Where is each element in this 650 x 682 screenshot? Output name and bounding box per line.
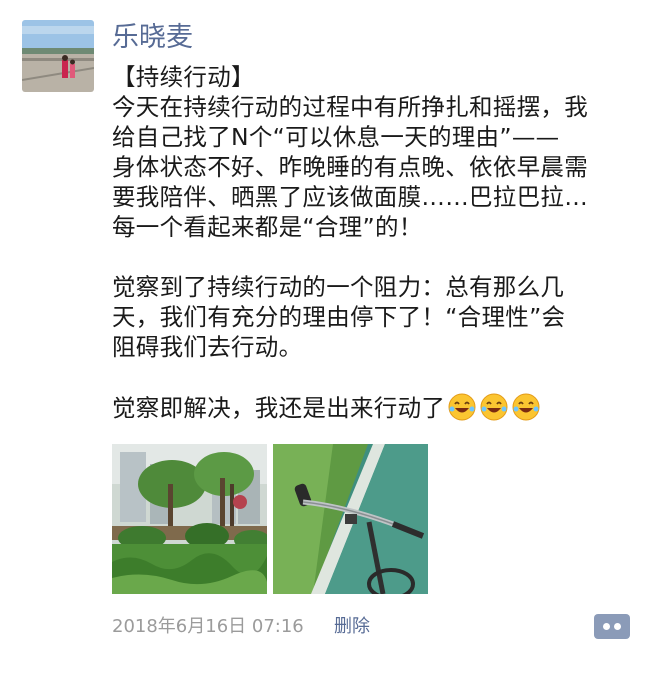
avatar[interactable] <box>22 20 94 92</box>
post-line: 天，我们有充分的理由停下了！“合理性”会 <box>112 303 566 331</box>
post-line: 阻碍我们去行动。 <box>112 333 303 361</box>
dot-icon <box>603 623 610 630</box>
laughing-emoji-icon <box>447 392 477 422</box>
post-blank-line <box>112 362 632 392</box>
dot-icon <box>614 623 621 630</box>
post-text: 【持续行动】 今天在持续行动的过程中有所挣扎和摇摆，我 给自己找了N个“可以休息… <box>112 62 632 423</box>
post-line: 觉察即解决，我还是出来行动了 <box>112 394 446 422</box>
laughing-emoji-icon <box>479 392 509 422</box>
username[interactable]: 乐晓麦 <box>112 20 193 56</box>
comment-more-icon[interactable] <box>594 614 630 639</box>
post-line: 给自己找了N个“可以休息一天的理由”—— <box>112 123 560 151</box>
post-blank-line <box>112 242 632 272</box>
post-timestamp: 2018年6月16日 07:16 <box>112 616 304 637</box>
delete-button[interactable]: 删除 <box>334 612 370 642</box>
post-line: 身体状态不好、昨晚睡的有点晚、依依早晨需 <box>112 153 588 181</box>
park-greenery-photo[interactable] <box>112 444 267 594</box>
post-line: 要我陪伴、晒黑了应该做面膜……巴拉巴拉… <box>112 183 588 211</box>
post-line: 觉察到了持续行动的一个阻力：总有那么几 <box>112 273 565 301</box>
post-last-line: 觉察即解决，我还是出来行动了 <box>112 392 632 423</box>
bicycle-handlebar-photo[interactable] <box>273 444 428 594</box>
post-line: 每一个看起来都是“合理”的！ <box>112 213 423 241</box>
post-line: 【持续行动】 <box>112 63 255 91</box>
laughing-emoji-icon <box>511 392 541 422</box>
post-line: 今天在持续行动的过程中有所挣扎和摇摆，我 <box>112 93 588 121</box>
